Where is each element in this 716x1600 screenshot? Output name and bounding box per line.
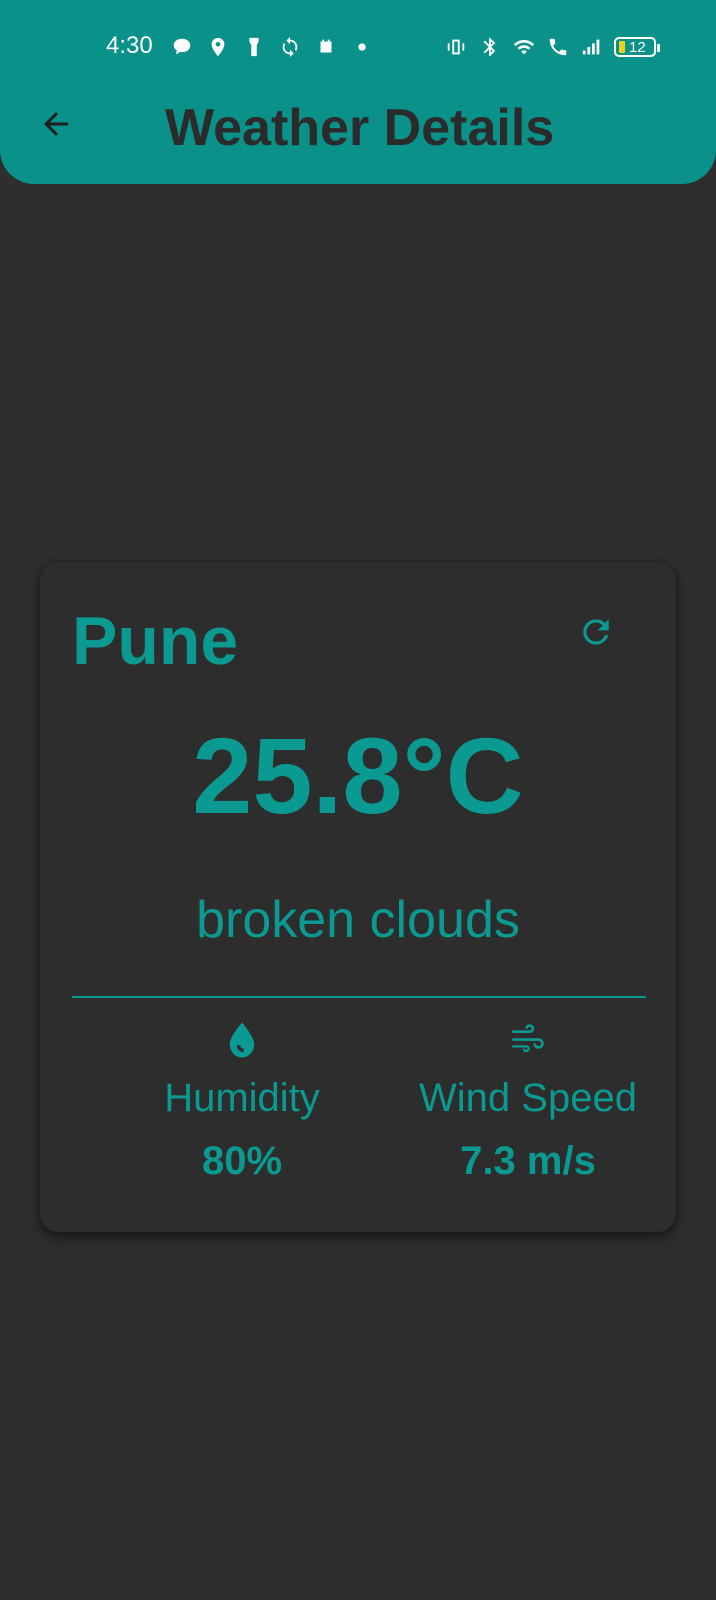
system-icons: 12: [444, 34, 660, 60]
humidity-label: Humidity: [164, 1076, 320, 1120]
status-bar: 4:30 12: [0, 24, 716, 68]
dot-icon: [350, 35, 374, 59]
weather-card: Pune 25.8°C broken clouds Humidity 80% W…: [40, 562, 676, 1232]
chat-bubble-icon: [170, 35, 194, 59]
humidity-value: 80%: [201, 1139, 283, 1183]
wifi-icon: [512, 35, 536, 59]
wind-icon: [378, 1014, 678, 1066]
vibrate-icon: [444, 35, 468, 59]
arrow-back-icon: [38, 106, 74, 147]
city-name: Pune: [72, 603, 239, 679]
location-pin-icon: [206, 35, 230, 59]
battery-level: 12: [629, 38, 646, 56]
flashlight-icon: [242, 35, 266, 59]
divider: [72, 996, 646, 998]
calendar-icon: [314, 35, 338, 59]
refresh-button[interactable]: [574, 612, 618, 656]
humidity-stat: Humidity 80%: [92, 1014, 392, 1184]
weather-description: broken clouds: [196, 891, 520, 949]
wind-value: 7.3 m/s: [460, 1139, 596, 1183]
wifi-calling-icon: [546, 35, 570, 59]
bluetooth-icon: [478, 35, 502, 59]
back-button[interactable]: [34, 104, 78, 148]
status-time: 4:30: [106, 32, 153, 59]
signal-icon: [580, 35, 604, 59]
temperature: 25.8°C: [192, 715, 524, 836]
wind-stat: Wind Speed 7.3 m/s: [378, 1014, 678, 1184]
water-drop-icon: [92, 1014, 392, 1066]
sync-icon: [278, 35, 302, 59]
wind-label: Wind Speed: [419, 1076, 637, 1120]
refresh-icon: [577, 613, 615, 656]
app-bar: 4:30 12 Weather Details: [0, 0, 716, 184]
page-title: Weather Details: [165, 99, 555, 157]
notification-icons: [170, 34, 374, 60]
battery-icon: 12: [614, 37, 660, 57]
